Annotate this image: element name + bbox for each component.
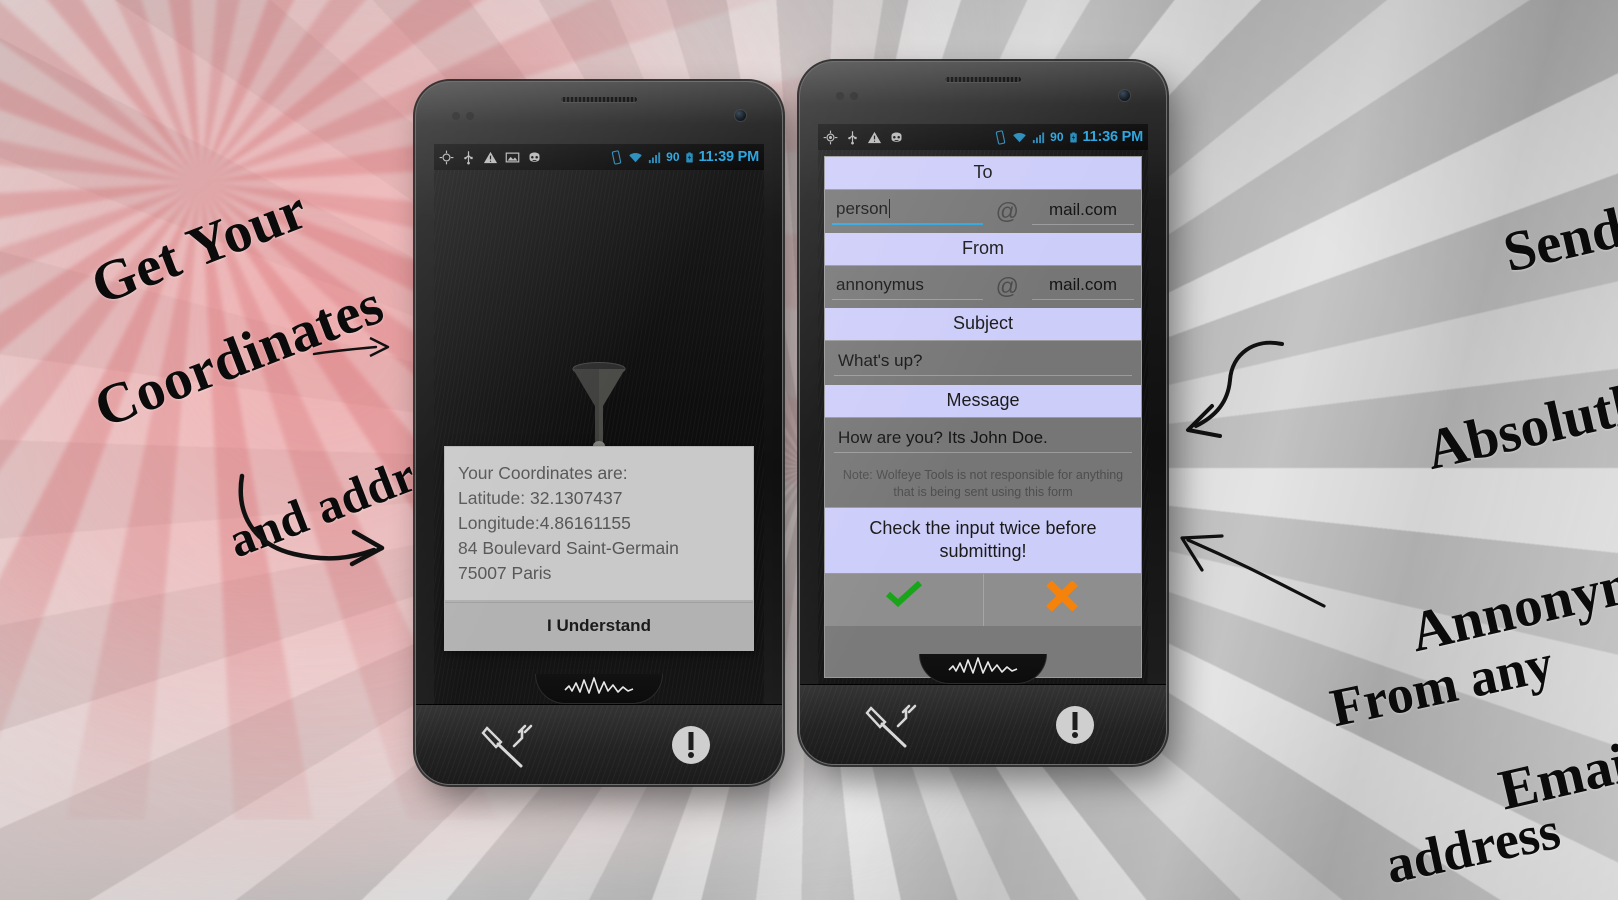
usb-icon (848, 130, 857, 144)
signal-icon (1033, 132, 1045, 143)
battery-charging-icon (685, 151, 693, 163)
cyanogenmod-icon (529, 152, 540, 162)
warning-icon (483, 151, 498, 163)
cancel-button[interactable] (984, 574, 1142, 626)
coordinates-dialog: Your Coordinates are: Latitude: 32.13074… (444, 446, 754, 652)
phone-left-notification-bump (535, 674, 663, 704)
nav-tools-button[interactable] (416, 722, 599, 768)
phone-right-nav-bar (800, 684, 1166, 764)
wifi-icon (1013, 132, 1026, 142)
phone-right-notification-bump (919, 654, 1047, 684)
form-action-row (825, 574, 1141, 626)
battery-percent: 90 (1050, 130, 1064, 144)
spark-logo-icon (564, 677, 634, 694)
arrow-left-icon (1180, 534, 1326, 608)
arrow-right-icon (312, 336, 390, 358)
phone-left: 90 11:39 PM Your Coordinates are: Latitu… (416, 82, 782, 784)
from-domain-input[interactable]: mail.com (1032, 273, 1134, 300)
phone-left-statusbar: 90 11:39 PM (434, 144, 764, 170)
coordinates-line-2: Latitude: 32.1307437 (458, 488, 623, 509)
from-at-symbol: @ (995, 273, 1019, 299)
promo-right-line1: Send (1498, 196, 1618, 285)
nav-info-button[interactable] (983, 702, 1166, 748)
hammer-wrench-icon (480, 724, 532, 767)
coordinates-line-1: Your Coordinates are: (458, 463, 628, 483)
statusbar-left-icons (823, 130, 904, 145)
screenshot-icon (505, 152, 520, 162)
to-user-input[interactable]: person (832, 197, 983, 225)
exclamation-icon (1055, 705, 1094, 744)
promo-banner: Get Your Coordinates and address Send Ab… (0, 0, 1618, 900)
funnel-icon (572, 362, 626, 451)
battery-charging-icon (1069, 131, 1077, 143)
subject-input[interactable]: What's up? (834, 349, 1132, 376)
orange-cross-icon (1046, 580, 1079, 612)
nav-tools-button[interactable] (800, 702, 983, 748)
coordinates-dialog-body: Your Coordinates are: Latitude: 32.13074… (445, 447, 753, 600)
to-domain-input[interactable]: mail.com (1032, 198, 1134, 225)
hammer-wrench-icon (864, 704, 916, 747)
submit-button[interactable] (825, 574, 984, 626)
phone-left-nav-bar (416, 704, 782, 784)
from-user-input[interactable]: annonymus (832, 273, 983, 300)
subject-row: What's up? (825, 341, 1141, 385)
promo-left-line1: Get Your (82, 177, 316, 318)
arrow-curve-right-icon (238, 473, 385, 567)
battery-percent: 90 (666, 150, 680, 164)
front-camera-icon (1119, 90, 1130, 101)
earpiece-speaker (561, 97, 637, 102)
cyanogenmod-icon (891, 132, 902, 142)
subject-label: Subject (825, 308, 1141, 341)
to-at-symbol: @ (995, 197, 1019, 224)
nav-info-button[interactable] (599, 722, 782, 768)
arrow-curve-left-icon (1186, 340, 1284, 438)
statusbar-right-icons: 90 11:39 PM (609, 149, 759, 165)
green-check-icon (885, 580, 922, 608)
promo-bottomright-line1: From any (1324, 632, 1558, 739)
phone-right-screen: 90 11:36 PM To person @ mail.com From an… (818, 124, 1148, 684)
phone-left-screen: 90 11:39 PM Your Coordinates are: Latitu… (434, 144, 764, 704)
i-understand-button[interactable]: I Understand (445, 602, 753, 651)
disclaimer-note: Note: Wolfeye Tools is not responsible f… (825, 462, 1141, 507)
earpiece-speaker (945, 77, 1021, 82)
vibrate-icon (995, 129, 1006, 145)
message-label: Message (825, 385, 1141, 418)
vibrate-icon (611, 149, 622, 165)
promo-right-line2: Absolutly (1420, 367, 1618, 482)
location-icon (823, 130, 838, 144)
statusbar-right-icons: 90 11:36 PM (993, 129, 1143, 145)
wifi-icon (629, 152, 642, 162)
signal-icon (649, 152, 661, 163)
check-input-warning: Check the input twice before submitting! (825, 507, 1141, 574)
proximity-sensors (836, 92, 866, 100)
statusbar-left-icons (439, 150, 542, 165)
warning-icon (867, 131, 882, 143)
promo-bottomright-line2: address (1380, 800, 1565, 896)
location-icon (439, 150, 454, 164)
phone-right-statusbar: 90 11:36 PM (818, 124, 1148, 150)
coordinates-line-4: 84 Boulevard Saint-Germain (458, 538, 679, 559)
statusbar-clock: 11:36 PM (1082, 129, 1144, 145)
message-input[interactable]: How are you? Its John Doe. (834, 426, 1132, 453)
anonymous-email-form: To person @ mail.com From annonymus @ ma… (824, 156, 1142, 678)
coordinates-line-3: Longitude:4.86161155 (458, 513, 631, 534)
phone-right: 90 11:36 PM To person @ mail.com From an… (800, 62, 1166, 764)
to-label: To (825, 157, 1141, 190)
message-row: How are you? Its John Doe. (825, 418, 1141, 462)
to-row: person @ mail.com (825, 190, 1141, 233)
from-row: annonymus @ mail.com (825, 266, 1141, 308)
front-camera-icon (735, 110, 746, 121)
proximity-sensors (452, 112, 482, 120)
coordinates-line-5: 75007 Paris (458, 563, 552, 584)
exclamation-icon (671, 725, 710, 764)
from-label: From (825, 233, 1141, 266)
statusbar-clock: 11:39 PM (698, 149, 760, 165)
usb-icon (464, 150, 473, 164)
spark-logo-icon (948, 657, 1018, 674)
